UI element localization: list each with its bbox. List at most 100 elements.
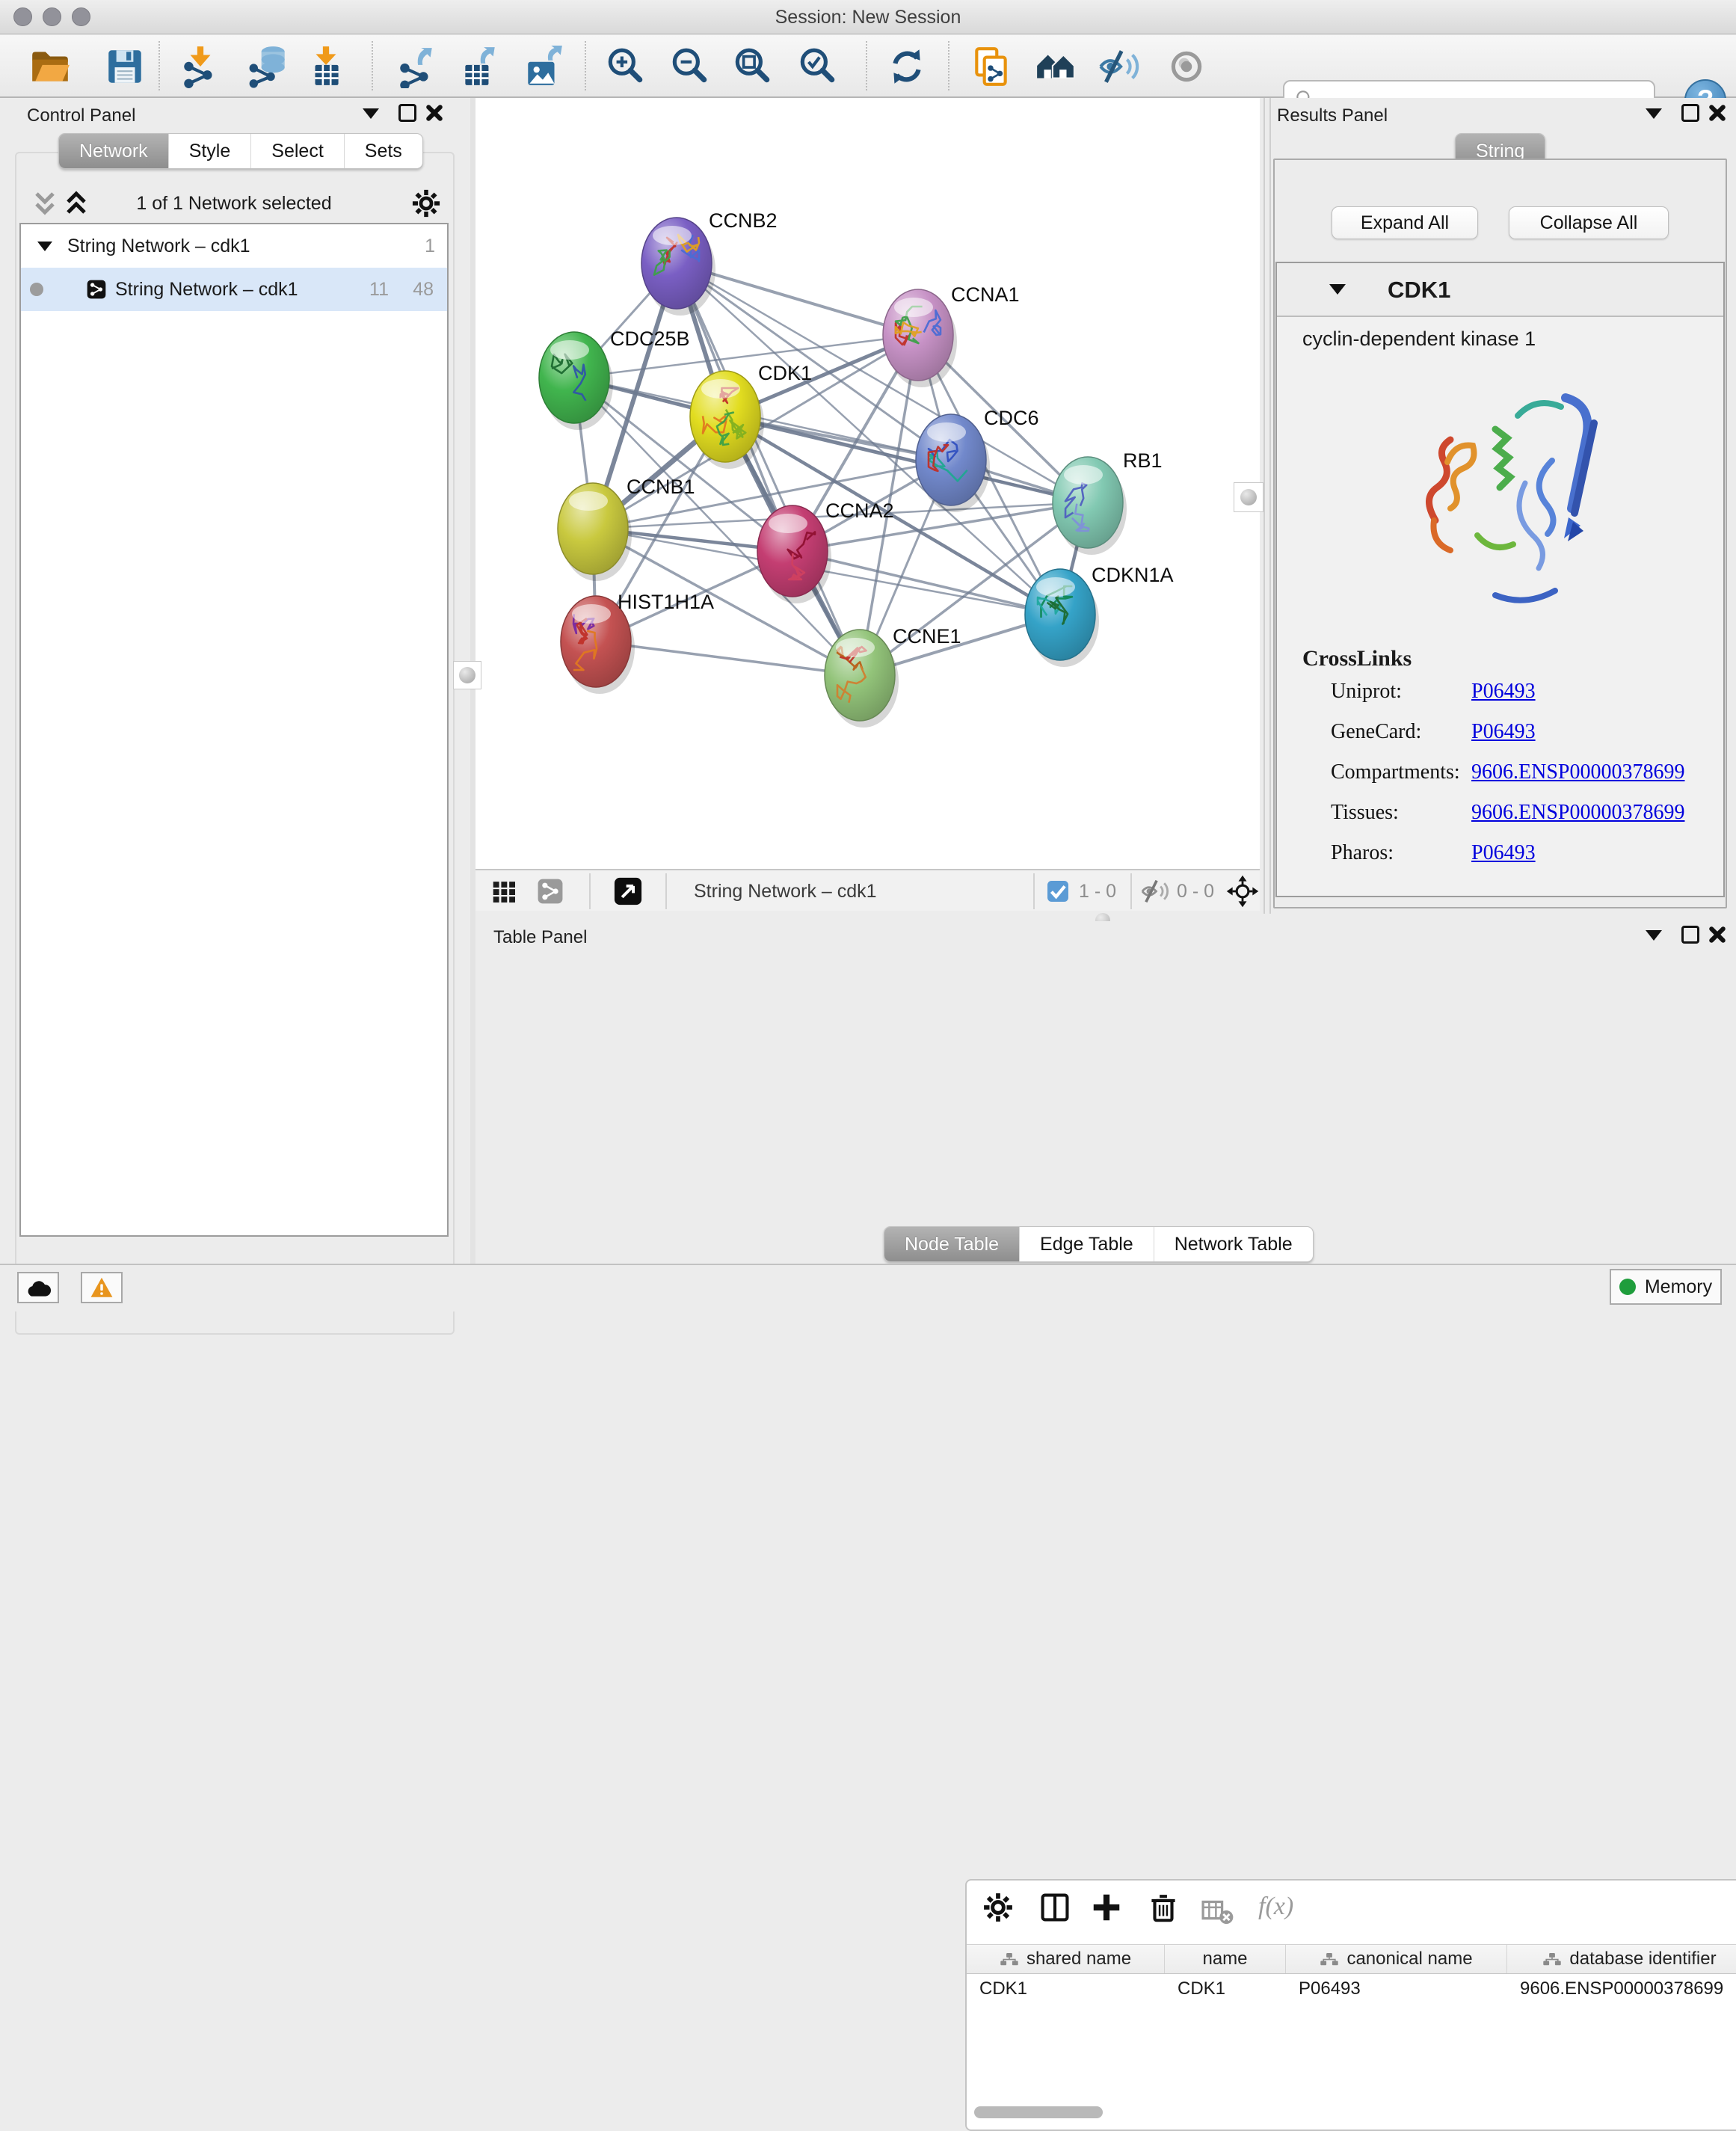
network-node-CDK1[interactable]: CDK1	[690, 362, 812, 469]
cloud-status-button[interactable]	[17, 1272, 59, 1303]
table-horizontal-scrollbar[interactable]	[974, 2106, 1103, 2118]
import-table-button[interactable]	[303, 43, 349, 90]
column-header-label: name	[1202, 1949, 1247, 1969]
tab-network-table[interactable]: Network Table	[1154, 1227, 1313, 1261]
network-node-CDC25B[interactable]: CDC25B	[539, 328, 690, 430]
tab-node-table[interactable]: Node Table	[884, 1227, 1019, 1261]
right-splitter-handle[interactable]	[1234, 482, 1263, 512]
annotation-button[interactable]	[968, 43, 1015, 90]
protein-expand-icon[interactable]	[1329, 284, 1346, 295]
network-node-CCNE1[interactable]: CCNE1	[825, 625, 961, 728]
zoom-selected-button[interactable]	[794, 43, 840, 90]
crosslink-link[interactable]: P06493	[1471, 841, 1536, 865]
network-node-CDKN1A[interactable]: CDKN1A	[1025, 564, 1174, 667]
network-node-RB1[interactable]: RB1	[1053, 449, 1163, 555]
column-header-name[interactable]: name	[1165, 1945, 1286, 1973]
warning-icon	[88, 1276, 115, 1299]
crosslink-label: Pharos:	[1331, 841, 1471, 865]
delete-column-icon[interactable]	[1146, 1890, 1181, 1928]
window-title: Session: New Session	[0, 0, 1736, 34]
tab-style[interactable]: Style	[168, 134, 251, 168]
control-panel-float-button[interactable]	[398, 104, 416, 122]
table-panel-float-button[interactable]	[1681, 926, 1699, 944]
results-panel-close-button[interactable]	[1708, 104, 1726, 122]
collapse-all-button[interactable]: Collapse All	[1509, 206, 1669, 239]
zoom-fit-button[interactable]	[729, 43, 775, 90]
network-node-CCNB1[interactable]: CCNB1	[558, 476, 695, 581]
network-options-gear-icon[interactable]	[410, 187, 443, 220]
column-header-database-identifier[interactable]: database identifier	[1507, 1945, 1736, 1973]
crosslink-link[interactable]: P06493	[1471, 680, 1536, 704]
birds-eye-view-icon[interactable]	[612, 875, 644, 908]
network-node-CCNA2[interactable]: CCNA2	[757, 499, 894, 603]
control-panel: Control Panel NetworkStyleSelectSets 1 o…	[0, 98, 470, 1264]
show-hidden-button[interactable]	[1163, 43, 1210, 90]
network-node-CDC6[interactable]: CDC6	[916, 407, 1039, 512]
table-panel-menu-icon[interactable]	[1646, 930, 1662, 941]
hidden-eye-icon[interactable]	[1140, 876, 1170, 906]
network-node-HIST1H1A[interactable]: HIST1H1A	[561, 591, 714, 694]
results-panel-float-button[interactable]	[1681, 104, 1699, 122]
apply-layout-button[interactable]	[884, 43, 930, 90]
left-splitter-handle[interactable]	[453, 661, 481, 689]
memory-button[interactable]: Memory	[1610, 1269, 1722, 1305]
export-table-button[interactable]	[456, 43, 502, 90]
selected-checkbox-icon[interactable]	[1045, 879, 1071, 904]
collection-expand-icon[interactable]	[37, 242, 52, 251]
tab-network[interactable]: Network	[59, 134, 168, 168]
node-label-CCNA2: CCNA2	[825, 499, 894, 522]
open-session-button[interactable]	[27, 43, 73, 90]
zoom-out-button[interactable]	[666, 43, 712, 90]
import-network-button[interactable]	[177, 43, 224, 90]
table-panel-close-button[interactable]	[1708, 926, 1726, 944]
string-view-icon[interactable]	[535, 876, 565, 906]
tab-sets[interactable]: Sets	[344, 134, 422, 168]
column-header-canonical-name[interactable]: canonical name	[1286, 1945, 1507, 1973]
node-label-CCNA1: CCNA1	[951, 283, 1020, 306]
show-all-networks-button[interactable]	[1032, 43, 1079, 90]
show-columns-icon[interactable]	[1038, 1890, 1072, 1928]
import-network-from-database-button[interactable]	[246, 43, 292, 90]
crosslink-link[interactable]: P06493	[1471, 720, 1536, 744]
export-network-button[interactable]	[393, 43, 440, 90]
table-row[interactable]: CDK1CDK1P064939606.ENSP00000378699cyclin…	[967, 1974, 1736, 2004]
add-column-icon[interactable]	[1089, 1890, 1124, 1928]
expand-all-button[interactable]: Expand All	[1332, 206, 1478, 239]
grid-view-icon[interactable]	[489, 876, 519, 906]
delete-table-icon[interactable]	[1200, 1893, 1234, 1931]
network-canvas[interactable]: CCNB2 CCNA1 CDC25B CDK1 CDC6RB1 CCNB1 CCNA2 CDK…	[475, 98, 1260, 869]
control-panel-close-button[interactable]	[425, 104, 443, 122]
hide-selected-button[interactable]	[1096, 43, 1142, 90]
right-splitter[interactable]	[1263, 98, 1271, 914]
table-settings-gear-icon[interactable]	[981, 1890, 1015, 1928]
control-panel-menu-icon[interactable]	[363, 108, 379, 119]
crosslink-link[interactable]: 9606.ENSP00000378699	[1471, 801, 1684, 825]
column-header-label: canonical name	[1346, 1949, 1472, 1969]
crosslink-label: Compartments:	[1331, 760, 1471, 784]
function-builder-icon[interactable]: f(x)	[1258, 1892, 1293, 1921]
minimize-window-button[interactable]	[43, 7, 61, 26]
fit-content-crosshair-icon[interactable]	[1226, 875, 1259, 908]
toolbar-separator	[866, 41, 867, 90]
network-row[interactable]: String Network – cdk1 11 48	[21, 268, 447, 311]
crosslink-link[interactable]: 9606.ENSP00000378699	[1471, 760, 1684, 784]
network-edge-count: 48	[413, 279, 434, 301]
close-window-button[interactable]	[13, 7, 32, 26]
tab-select[interactable]: Select	[250, 134, 343, 168]
column-header-shared-name[interactable]: shared name	[967, 1945, 1165, 1973]
results-panel-menu-icon[interactable]	[1646, 108, 1662, 119]
tab-edge-table[interactable]: Edge Table	[1019, 1227, 1154, 1261]
protein-section-header[interactable]: CDK1	[1277, 263, 1723, 317]
network-current-dot-icon	[30, 283, 43, 296]
zoom-in-button[interactable]	[602, 43, 648, 90]
node-label-CDK1: CDK1	[758, 362, 812, 384]
network-node-CCNA1[interactable]: CCNA1	[883, 283, 1020, 387]
network-collection-row[interactable]: String Network – cdk1 1	[21, 224, 447, 268]
crosslink-label: GeneCard:	[1331, 720, 1471, 744]
network-view-toolbar: String Network – cdk1 1 - 0 0 - 0	[475, 869, 1260, 911]
save-session-button[interactable]	[102, 43, 148, 90]
warnings-button[interactable]	[81, 1272, 123, 1303]
export-image-button[interactable]	[520, 43, 567, 90]
zoom-window-button[interactable]	[72, 7, 90, 26]
network-node-CCNB2[interactable]: CCNB2	[641, 209, 778, 316]
